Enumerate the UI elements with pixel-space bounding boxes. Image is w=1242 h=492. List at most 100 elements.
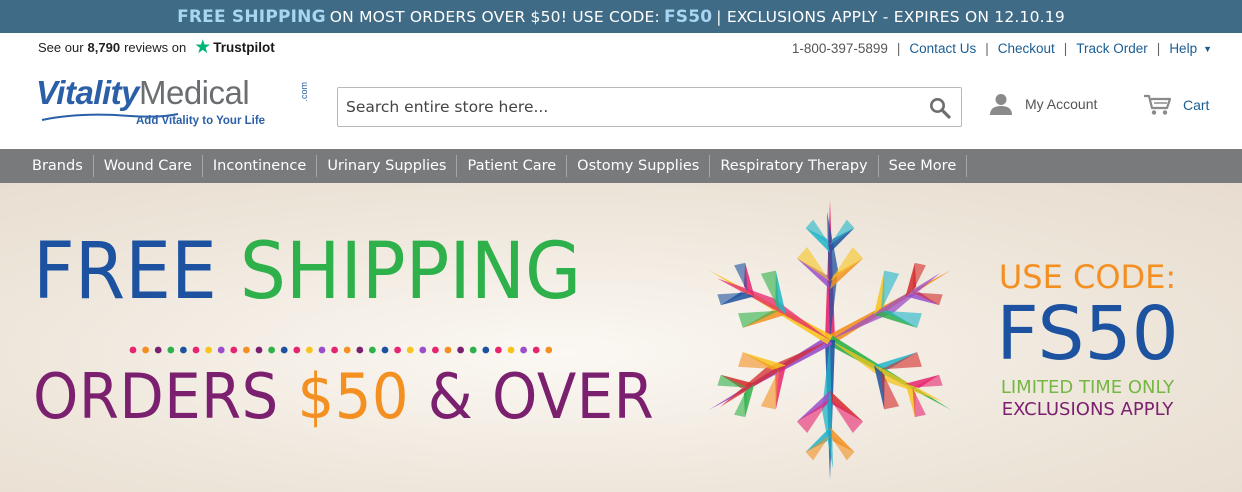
category-nav: Brands Wound Care Incontinence Urinary S… bbox=[0, 149, 1242, 183]
divider-dot bbox=[154, 346, 162, 354]
trustpilot-prefix: See our bbox=[38, 40, 84, 55]
banner-over: & OVER bbox=[427, 360, 655, 433]
banner-orders: ORDERS bbox=[33, 360, 279, 433]
logo-com: .com bbox=[299, 82, 309, 102]
logo-medical: Medical bbox=[138, 74, 250, 111]
promo-banner: FREE SHIPPING ON MOST ORDERS OVER $50! U… bbox=[0, 0, 1242, 33]
logo-tagline: Add Vitality to Your Life bbox=[136, 115, 266, 127]
separator: | bbox=[985, 41, 989, 56]
divider-dot bbox=[293, 346, 301, 354]
trustpilot-widget[interactable]: See our 8,790 reviews on ★ Trustpilot bbox=[38, 38, 275, 57]
divider-dot bbox=[217, 346, 225, 354]
help-link[interactable]: Help bbox=[1169, 41, 1197, 56]
banner-exclusions: EXCLUSIONS APPLY bbox=[1001, 399, 1174, 420]
chevron-down-icon[interactable]: ▼ bbox=[1203, 44, 1212, 54]
nav-item-patient-care[interactable]: Patient Care bbox=[457, 155, 568, 177]
divider-dot bbox=[457, 346, 464, 354]
search-input[interactable] bbox=[338, 88, 918, 126]
divider-dot bbox=[306, 346, 313, 354]
nav-item-ostomy-supplies[interactable]: Ostomy Supplies bbox=[567, 155, 711, 177]
nav-item-see-more[interactable]: See More bbox=[879, 155, 968, 177]
banner-use-code: USE CODE: bbox=[998, 258, 1177, 296]
divider-dot bbox=[369, 346, 376, 354]
divider-dot bbox=[507, 346, 515, 354]
banner-subheadline: ORDERS $50 & OVER bbox=[33, 366, 654, 428]
promo-text: ON MOST ORDERS OVER $50! USE CODE: bbox=[329, 7, 660, 26]
logo-vitality: Vitality bbox=[36, 74, 139, 111]
divider-dot bbox=[230, 346, 238, 354]
snowflake-shard bbox=[796, 247, 830, 282]
snowflake-shard bbox=[738, 310, 780, 328]
logo-wordmark: VitalityMedical bbox=[36, 74, 250, 112]
divider-dot bbox=[318, 346, 326, 354]
divider-dot bbox=[406, 346, 414, 354]
utility-links: 1-800-397-5899 | Contact Us | Checkout |… bbox=[792, 41, 1212, 56]
divider-dot bbox=[243, 346, 250, 354]
divider-dot bbox=[167, 346, 175, 354]
divider-dot bbox=[180, 346, 187, 354]
track-order-link[interactable]: Track Order bbox=[1076, 41, 1148, 56]
divider-dot bbox=[545, 346, 553, 354]
trustpilot-suffix: reviews on bbox=[124, 40, 187, 55]
divider-dot bbox=[331, 346, 338, 354]
snowflake-shard bbox=[805, 435, 830, 461]
my-account-link[interactable]: My Account bbox=[989, 93, 1097, 115]
cart-icon bbox=[1144, 94, 1172, 115]
cart-link[interactable]: Cart bbox=[1143, 93, 1209, 116]
snowflake-shard bbox=[738, 352, 780, 370]
cart-label: Cart bbox=[1183, 96, 1210, 113]
divider-dot bbox=[280, 346, 288, 354]
divider-dot bbox=[444, 346, 452, 354]
nav-item-urinary-supplies[interactable]: Urinary Supplies bbox=[317, 155, 458, 177]
divider-dot bbox=[394, 346, 401, 354]
separator: | bbox=[1063, 41, 1068, 56]
snowflake-shard bbox=[830, 435, 855, 461]
snowflake-shard bbox=[805, 219, 830, 245]
snowflake-shard bbox=[880, 352, 922, 370]
banner-code: FS50 bbox=[996, 291, 1179, 377]
vitality-medical-logo[interactable]: VitalityMedical .com Add Vitality to You… bbox=[36, 74, 316, 134]
separator: | bbox=[896, 41, 901, 56]
promo-exclusions: | EXCLUSIONS APPLY - EXPIRES ON 12.10.19 bbox=[716, 7, 1065, 26]
trustpilot-star-icon: ★ bbox=[194, 37, 212, 58]
nav-item-brands[interactable]: Brands bbox=[22, 155, 94, 177]
phone-number[interactable]: 1-800-397-5899 bbox=[792, 41, 888, 56]
divider-dot bbox=[469, 346, 477, 354]
divider-dot bbox=[432, 346, 439, 354]
divider-dot bbox=[419, 346, 427, 354]
snowflake-shard bbox=[830, 219, 855, 245]
contact-us-link[interactable]: Contact Us bbox=[909, 41, 976, 56]
nav-item-wound-care[interactable]: Wound Care bbox=[94, 155, 203, 177]
divider-dot bbox=[192, 346, 200, 354]
promo-hero-banner[interactable]: FREE SHIPPING ORDERS $50 & OVER USE CODE… bbox=[0, 183, 1242, 492]
divider-dot bbox=[268, 346, 275, 354]
banner-price: $50 bbox=[297, 360, 409, 433]
snowflake-shard bbox=[830, 398, 864, 433]
promo-free-shipping: FREE SHIPPING bbox=[177, 6, 326, 27]
divider-dot bbox=[532, 346, 540, 354]
divider-dot bbox=[129, 346, 137, 354]
checkout-link[interactable]: Checkout bbox=[998, 41, 1055, 56]
divider-dot bbox=[142, 346, 149, 354]
snowflake-icon bbox=[708, 200, 952, 480]
separator: | bbox=[1156, 41, 1161, 56]
dotted-divider bbox=[129, 346, 553, 354]
banner-limited-time: LIMITED TIME ONLY bbox=[1000, 377, 1175, 398]
review-count: 8,790 bbox=[87, 40, 121, 55]
nav-item-incontinence[interactable]: Incontinence bbox=[203, 155, 318, 177]
trustpilot-logo: Trustpilot bbox=[213, 40, 275, 55]
divider-dot bbox=[520, 346, 527, 354]
banner-shipping: SHIPPING bbox=[239, 227, 582, 317]
promo-code: FS50 bbox=[663, 6, 713, 27]
nav-item-respiratory-therapy[interactable]: Respiratory Therapy bbox=[710, 155, 879, 177]
promo-code-block: USE CODE: FS50 LIMITED TIME ONLY EXCLUSI… bbox=[980, 261, 1195, 420]
divider-dot bbox=[356, 346, 364, 354]
user-icon bbox=[990, 94, 1012, 115]
divider-dot bbox=[255, 346, 263, 354]
divider-dot bbox=[381, 346, 389, 354]
divider-dot bbox=[482, 346, 490, 354]
banner-free: FREE bbox=[33, 227, 217, 317]
search-icon[interactable] bbox=[929, 97, 951, 119]
banner-headline: FREE SHIPPING bbox=[33, 233, 581, 311]
snowflake-shard bbox=[880, 310, 922, 328]
